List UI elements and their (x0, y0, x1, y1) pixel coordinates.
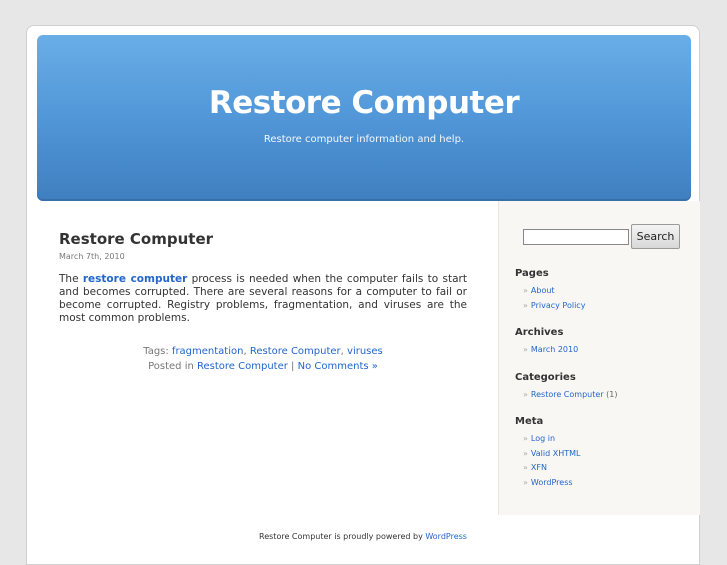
meta-separator: | (287, 361, 298, 372)
meta-link-login[interactable]: Log in (531, 434, 555, 443)
site-footer: Restore Computer is proudly powered by W… (27, 529, 699, 545)
list-item: » Log in (523, 432, 580, 447)
list-item: » March 2010 (523, 343, 578, 358)
post-tags: Tags: fragmentation, Restore Computer, v… (143, 346, 383, 357)
blog-description: Restore computer information and help. (263, 134, 465, 145)
category-link-restore-computer[interactable]: Restore Computer (531, 390, 604, 399)
sidebar: Search Pages » About » Privacy Policy Arch… (498, 201, 700, 515)
list-item: » Valid XHTML (523, 447, 580, 462)
list-item: » About (523, 284, 585, 299)
meta-link-wordpress[interactable]: WordPress (531, 478, 573, 487)
bullet: » (523, 448, 528, 458)
tag-link-restore-computer[interactable]: Restore Computer (250, 346, 341, 357)
post-body-text: The (59, 273, 83, 285)
tag-link-viruses[interactable]: viruses (347, 346, 383, 357)
tag-link-fragmentation[interactable]: fragmentation (172, 346, 244, 357)
search-button[interactable]: Search (631, 224, 680, 249)
meta-list: » Log in » Valid XHTML » XFN » WordPress (523, 432, 580, 490)
post-body: The restore computer process is needed w… (59, 273, 467, 325)
bullet: » (523, 300, 528, 310)
footer-text: Restore Computer is proudly powered by (259, 532, 426, 541)
tags-label: Tags: (143, 346, 172, 357)
meta-link-xfn[interactable]: XFN (531, 463, 547, 472)
bullet: » (523, 463, 528, 472)
main-content: Restore Computer March 7th, 2010 The res… (59, 229, 467, 374)
categories-list: » Restore Computer (1) (523, 388, 617, 403)
blog-title[interactable]: Restore Computer (37, 85, 691, 121)
category-link[interactable]: Restore Computer (197, 361, 288, 372)
site-header: Restore Computer Restore computer inform… (37, 35, 691, 201)
meta-heading: Meta (515, 416, 544, 427)
list-item: » WordPress (523, 476, 580, 491)
page-container: Restore Computer Restore computer inform… (26, 25, 700, 565)
category-count: (1) (606, 390, 618, 399)
archives-heading: Archives (515, 327, 564, 338)
search-input[interactable] (523, 229, 629, 245)
bullet: » (523, 390, 528, 399)
post-category-line: Posted in Restore Computer | No Comments… (59, 359, 467, 374)
bullet: » (523, 477, 528, 487)
bullet: » (523, 345, 528, 354)
list-item: » Restore Computer (1) (523, 388, 617, 403)
bullet: » (523, 286, 528, 295)
page-link-about[interactable]: About (531, 286, 555, 295)
comments-link[interactable]: No Comments » (298, 361, 378, 372)
archive-link-march-2010[interactable]: March 2010 (531, 345, 578, 354)
list-item: » XFN (523, 461, 580, 476)
archives-list: » March 2010 (523, 343, 578, 358)
pages-list: » About » Privacy Policy (523, 284, 585, 313)
page-link-privacy-policy[interactable]: Privacy Policy (531, 301, 586, 310)
post-date: March 7th, 2010 (59, 252, 125, 261)
footer-wordpress-link[interactable]: WordPress (425, 532, 467, 541)
post-meta: Tags: fragmentation, Restore Computer, v… (59, 344, 467, 374)
list-item: » Privacy Policy (523, 299, 585, 314)
posted-in-label: Posted in (148, 361, 198, 372)
restore-computer-link[interactable]: restore computer (83, 273, 187, 285)
meta-link-valid-xhtml[interactable]: Valid XHTML (531, 449, 581, 458)
post-title[interactable]: Restore Computer (59, 229, 467, 249)
pages-heading: Pages (515, 268, 549, 279)
categories-heading: Categories (515, 372, 576, 383)
bullet: » (523, 434, 528, 443)
